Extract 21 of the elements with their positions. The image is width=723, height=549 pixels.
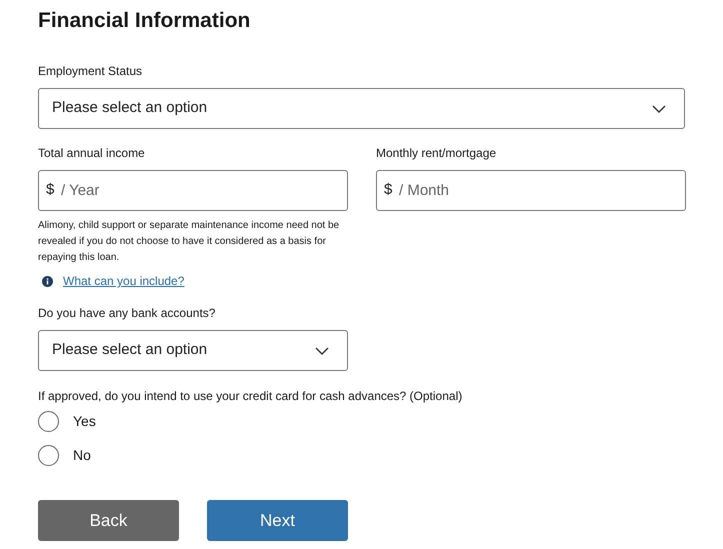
- currency-prefix: $: [384, 180, 392, 200]
- select-dropdown[interactable]: Please select an option: [38, 330, 348, 371]
- select-dropdown[interactable]: Please select an option: [38, 88, 685, 129]
- field-label: Employment Status: [38, 63, 144, 80]
- chevron-down-icon: [652, 104, 666, 112]
- currency-prefix: $: [46, 180, 54, 200]
- field-label: Total annual income: [38, 145, 146, 162]
- radio-button[interactable]: [38, 445, 59, 466]
- radio-label: Yes: [73, 412, 96, 431]
- field-label: Do you have any bank accounts?: [38, 305, 216, 322]
- info-link[interactable]: What can you include?: [63, 272, 184, 290]
- back-button[interactable]: Back: [38, 500, 179, 541]
- question-text: If approved, do you intend to use your credit card for cash advances? (Optional): [38, 388, 464, 405]
- page-title: Financial Information: [38, 8, 252, 34]
- help-text: Alimony, child support or separate maintenance income need not be revealed if you do not choose to have it considered as a basis for repaying this loan.: [38, 219, 340, 265]
- radio-button[interactable]: [38, 411, 59, 432]
- radio-label: No: [73, 446, 91, 465]
- field-label: Monthly rent/mortgage: [376, 145, 498, 162]
- info-icon: [42, 276, 53, 286]
- chevron-down-icon: [315, 346, 329, 354]
- next-button[interactable]: Next: [207, 500, 348, 541]
